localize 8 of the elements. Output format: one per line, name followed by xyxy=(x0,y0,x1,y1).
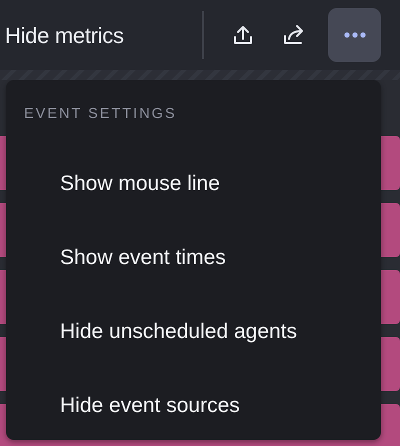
more-icon xyxy=(344,32,366,38)
menu-item[interactable]: Show mouse line xyxy=(6,146,220,221)
hide-metrics-label[interactable]: Hide metrics xyxy=(5,18,124,52)
menu-item[interactable]: Hide event sources xyxy=(6,368,240,443)
more-options-button[interactable] xyxy=(328,8,381,62)
menu-item[interactable]: Show event times xyxy=(6,220,226,295)
menu-item[interactable]: Hide unscheduled agents xyxy=(6,294,298,369)
menu-heading: EVENT SETTINGS xyxy=(23,105,177,124)
